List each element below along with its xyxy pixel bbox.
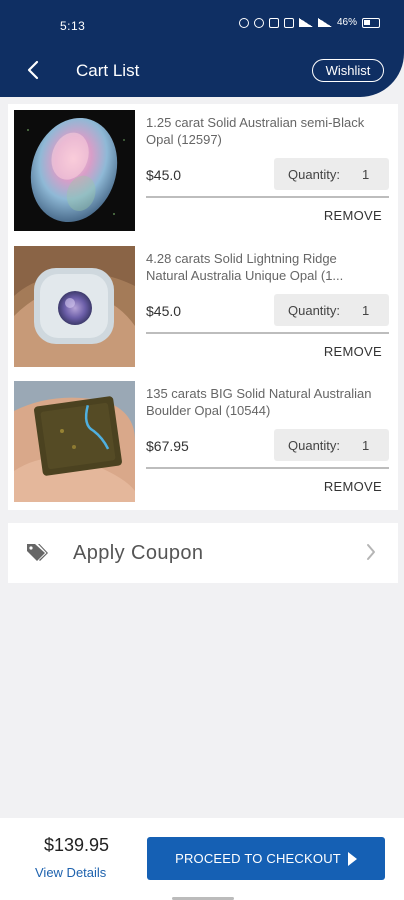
remove-button[interactable]: REMOVE <box>324 208 382 223</box>
apply-coupon-row[interactable]: Apply Coupon <box>8 523 398 583</box>
total-amount: $139.95 <box>44 835 110 855</box>
proceed-to-checkout-button[interactable]: PROCEED TO CHECKOUT <box>147 837 385 880</box>
cart-item: 4.28 carats Solid Lightning Ridge Natura… <box>8 240 398 375</box>
quantity-label: Quantity: <box>288 438 341 453</box>
status-bar: 5:13 46% <box>0 0 404 46</box>
quantity-selector[interactable]: Quantity: 1 <box>274 158 389 190</box>
app-header: 5:13 46% Cart List Wishlist <box>0 0 404 97</box>
product-image[interactable] <box>14 110 135 231</box>
product-price: $67.95 <box>146 438 189 454</box>
chevron-left-icon <box>27 60 39 80</box>
quantity-value: 1 <box>362 303 370 318</box>
divider <box>146 196 389 198</box>
chevron-right-icon <box>367 544 375 560</box>
signal-2-icon <box>317 18 332 27</box>
tag-icon <box>27 544 48 561</box>
apply-coupon-label: Apply Coupon <box>73 542 204 564</box>
page-title: Cart List <box>76 61 140 80</box>
remove-button[interactable]: REMOVE <box>324 344 382 359</box>
back-button[interactable] <box>22 58 44 82</box>
product-price: $45.0 <box>146 303 182 319</box>
round-opal-photo <box>14 246 135 367</box>
wifi-icon <box>283 17 294 28</box>
cart-item: 1.25 carat Solid Australian semi-Black O… <box>8 104 398 239</box>
boulder-opal-photo <box>14 381 135 502</box>
cart-list: 1.25 carat Solid Australian semi-Black O… <box>8 104 398 510</box>
quantity-value: 1 <box>362 167 370 182</box>
quantity-label: Quantity: <box>288 303 341 318</box>
view-details-link[interactable]: View Details <box>35 865 106 880</box>
product-image[interactable] <box>14 246 135 367</box>
sync-icon <box>253 17 264 28</box>
divider <box>146 467 389 469</box>
oval-opal-photo <box>14 110 135 231</box>
battery-icon <box>362 17 380 28</box>
signal-icon <box>298 18 313 27</box>
quantity-selector[interactable]: Quantity: 1 <box>274 429 389 461</box>
cart-item: 135 carats BIG Solid Natural Australian … <box>8 375 398 510</box>
quantity-label: Quantity: <box>288 167 341 182</box>
remove-button[interactable]: REMOVE <box>324 479 382 494</box>
product-name[interactable]: 1.25 carat Solid Australian semi-Black O… <box>146 114 382 148</box>
product-name[interactable]: 135 carats BIG Solid Natural Australian … <box>146 385 382 419</box>
wishlist-button[interactable]: Wishlist <box>312 59 384 82</box>
battery-percent: 46% <box>336 17 357 28</box>
divider <box>146 332 389 334</box>
checkout-label: PROCEED TO CHECKOUT <box>175 851 341 866</box>
product-name[interactable]: 4.28 carats Solid Lightning Ridge Natura… <box>146 250 382 284</box>
product-price: $45.0 <box>146 167 182 183</box>
quantity-value: 1 <box>362 438 370 453</box>
status-time: 5:13 <box>60 19 86 33</box>
product-image[interactable] <box>14 381 135 502</box>
quantity-selector[interactable]: Quantity: 1 <box>274 294 389 326</box>
nfc-icon <box>268 17 279 28</box>
play-arrow-icon <box>347 851 357 866</box>
alarm-icon <box>238 17 249 28</box>
status-icons: 46% <box>238 17 380 28</box>
checkout-bar: $139.95 View Details PROCEED TO CHECKOUT <box>0 818 404 900</box>
